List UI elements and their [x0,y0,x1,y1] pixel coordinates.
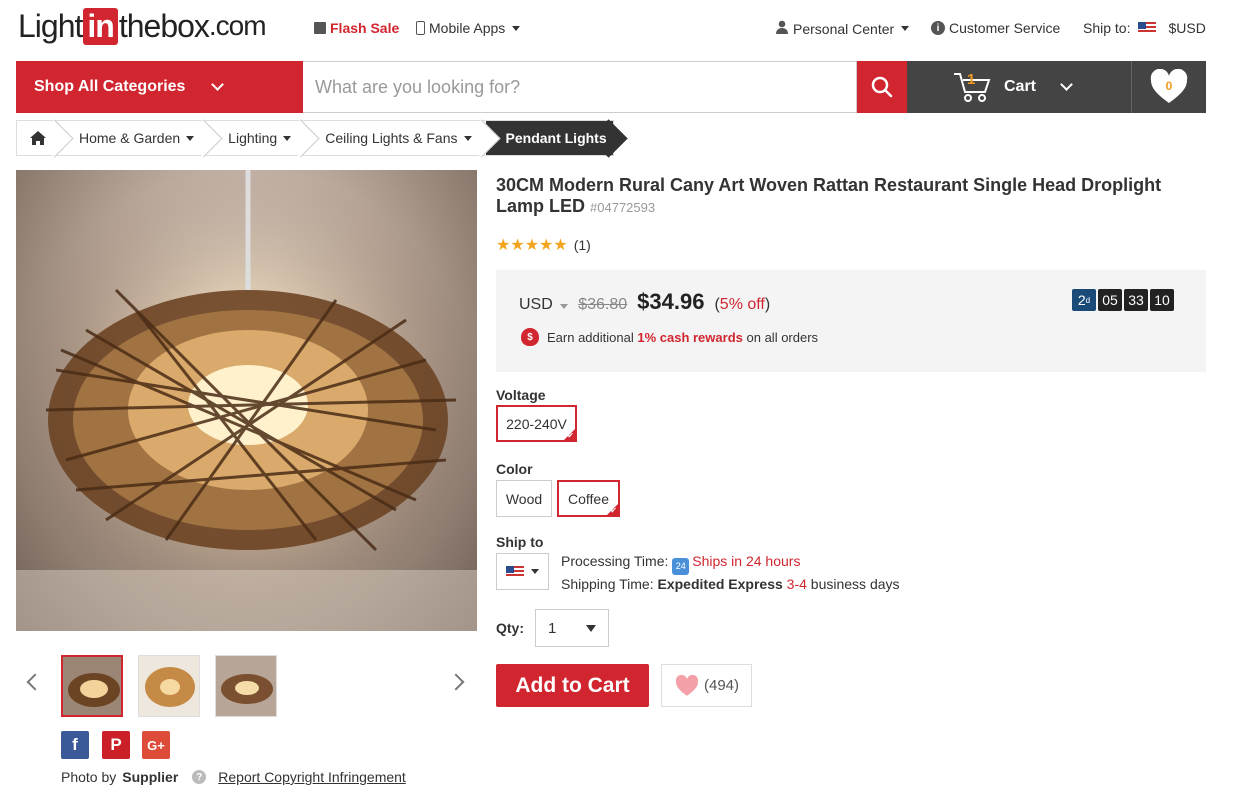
product-rating[interactable]: ★ ★ ★ ★ ★ (1) [496,235,591,255]
search-input[interactable] [315,76,856,98]
help-icon[interactable]: ? [192,770,207,784]
caret-down-icon [560,304,569,309]
timer-seconds: 10 [1150,289,1174,311]
us-flag-icon [1138,22,1157,34]
logo-in: in [83,7,118,45]
color-option-coffee[interactable]: Coffee ✔ [557,480,620,517]
star-icon: ★ [524,237,539,254]
product-title: 30CM Modern Rural Cany Art Woven Rattan … [496,175,1162,216]
customer-service-link[interactable]: i Customer Service [931,20,1060,36]
thumbnail-1[interactable] [61,655,123,717]
caret-down-icon [901,26,910,31]
thumbnail-3[interactable] [215,655,277,717]
star-icon: ★ [496,237,510,254]
chevron-down-icon [1060,78,1073,91]
search-button[interactable] [857,61,907,113]
rattan-lamp-image [16,170,477,631]
search-icon [871,76,893,98]
review-count: (1) [573,237,591,253]
phone-icon [416,21,425,35]
us-flag-icon [506,565,524,578]
personal-center-menu[interactable]: Personal Center [775,20,910,37]
price-box [496,270,1206,372]
main-nav: Shop All Categories 1 Cart 0 [16,61,1206,113]
chevron-down-icon [211,78,225,91]
heart-icon [675,674,699,696]
price-row: USD $36.80 $34.96 (5% off) [519,289,770,315]
cart-button[interactable]: 1 Cart [907,61,1132,113]
original-price: $36.80 [578,296,628,313]
24h-icon: 24 [672,558,690,575]
qty-select[interactable]: 1 [535,609,609,647]
home-icon [30,131,46,145]
thumbnail-image [216,656,276,716]
currency-selector[interactable]: USD [519,296,569,314]
qty-label: Qty: [496,620,524,636]
voltage-label: Voltage [496,387,546,403]
pinterest-share-icon[interactable]: P [102,731,130,759]
thumb-next-arrow-icon[interactable] [447,673,465,691]
breadcrumb-current: Pendant Lights [485,121,613,155]
voltage-option-220-240v[interactable]: 220-240V ✔ [496,405,577,442]
sale-price: $34.96 [637,289,705,314]
check-icon: ✔ [567,431,574,440]
facebook-share-icon[interactable]: f [61,731,89,759]
breadcrumb: Home & Garden Lighting Ceiling Lights & … [16,120,614,156]
search-box [303,61,857,113]
star-icon: ★ [539,237,553,254]
logo-com: .com [208,10,267,41]
star-icon: ★ [553,237,567,254]
caret-down-icon [512,25,521,31]
user-icon [775,20,789,37]
star-icon: ★ [510,237,524,254]
add-to-cart-button[interactable]: Add to Cart [496,664,649,707]
logo-thebox: thebox [118,7,210,44]
caret-down-icon [283,135,292,141]
discount-label: (5% off) [714,296,771,313]
site-logo[interactable]: Light in thebox .com [18,6,267,46]
color-option-wood[interactable]: Wood [496,480,552,517]
timer-days: 2d [1072,289,1096,311]
cash-reward-note: $ Earn additional 1% cash rewards on all… [521,328,818,346]
logo-light: Light [18,7,83,44]
ship-country-dropdown[interactable] [496,553,549,590]
color-label: Color [496,461,533,477]
wishlist-count: 0 [1165,79,1173,93]
thumbnail-image [63,657,121,715]
ship-to-selector[interactable]: Ship to: $USD [1083,20,1206,36]
cart-count: 1 [967,71,976,88]
breadcrumb-item[interactable]: Ceiling Lights & Fans [305,121,485,155]
timer-minutes: 33 [1124,289,1148,311]
currency-selector[interactable]: $USD [1168,20,1205,36]
info-icon: i [931,21,945,35]
thumbnail-2[interactable] [138,655,200,717]
breadcrumb-home[interactable] [17,121,59,155]
report-copyright-link[interactable]: Report Copyright Infringement [218,769,406,785]
caret-down-icon [531,569,539,574]
shop-all-categories-button[interactable]: Shop All Categories [16,61,303,113]
countdown-timer: 2d 05 33 10 [1072,289,1174,311]
gift-icon [314,22,326,34]
wishlist-button[interactable]: 0 [1132,61,1206,113]
caret-down-icon [186,135,195,141]
thumb-prev-arrow-icon[interactable] [26,673,44,691]
check-icon: ✔ [610,506,617,515]
favorites-count: (494) [703,677,740,694]
photo-credit: Photo by Supplier ? Report Copyright Inf… [61,769,406,785]
google-plus-share-icon[interactable]: G+ [142,731,170,759]
product-sku: #04772593 [590,200,656,215]
timer-hours: 05 [1098,289,1122,311]
shipping-info: Processing Time: 24 Ships in 24 hours Shi… [561,553,900,592]
money-bag-icon: $ [521,328,539,346]
caret-down-icon [586,624,596,632]
caret-down-icon [463,135,472,141]
thumbnail-image [139,656,199,716]
mobile-apps-menu[interactable]: Mobile Apps [416,20,521,36]
breadcrumb-item[interactable]: Home & Garden [59,121,208,155]
product-main-image[interactable] [16,170,477,631]
add-to-favorites-button[interactable]: (494) [661,664,752,707]
ship-to-label: Ship to [496,534,544,550]
flash-sale-link[interactable]: Flash Sale [314,20,399,36]
